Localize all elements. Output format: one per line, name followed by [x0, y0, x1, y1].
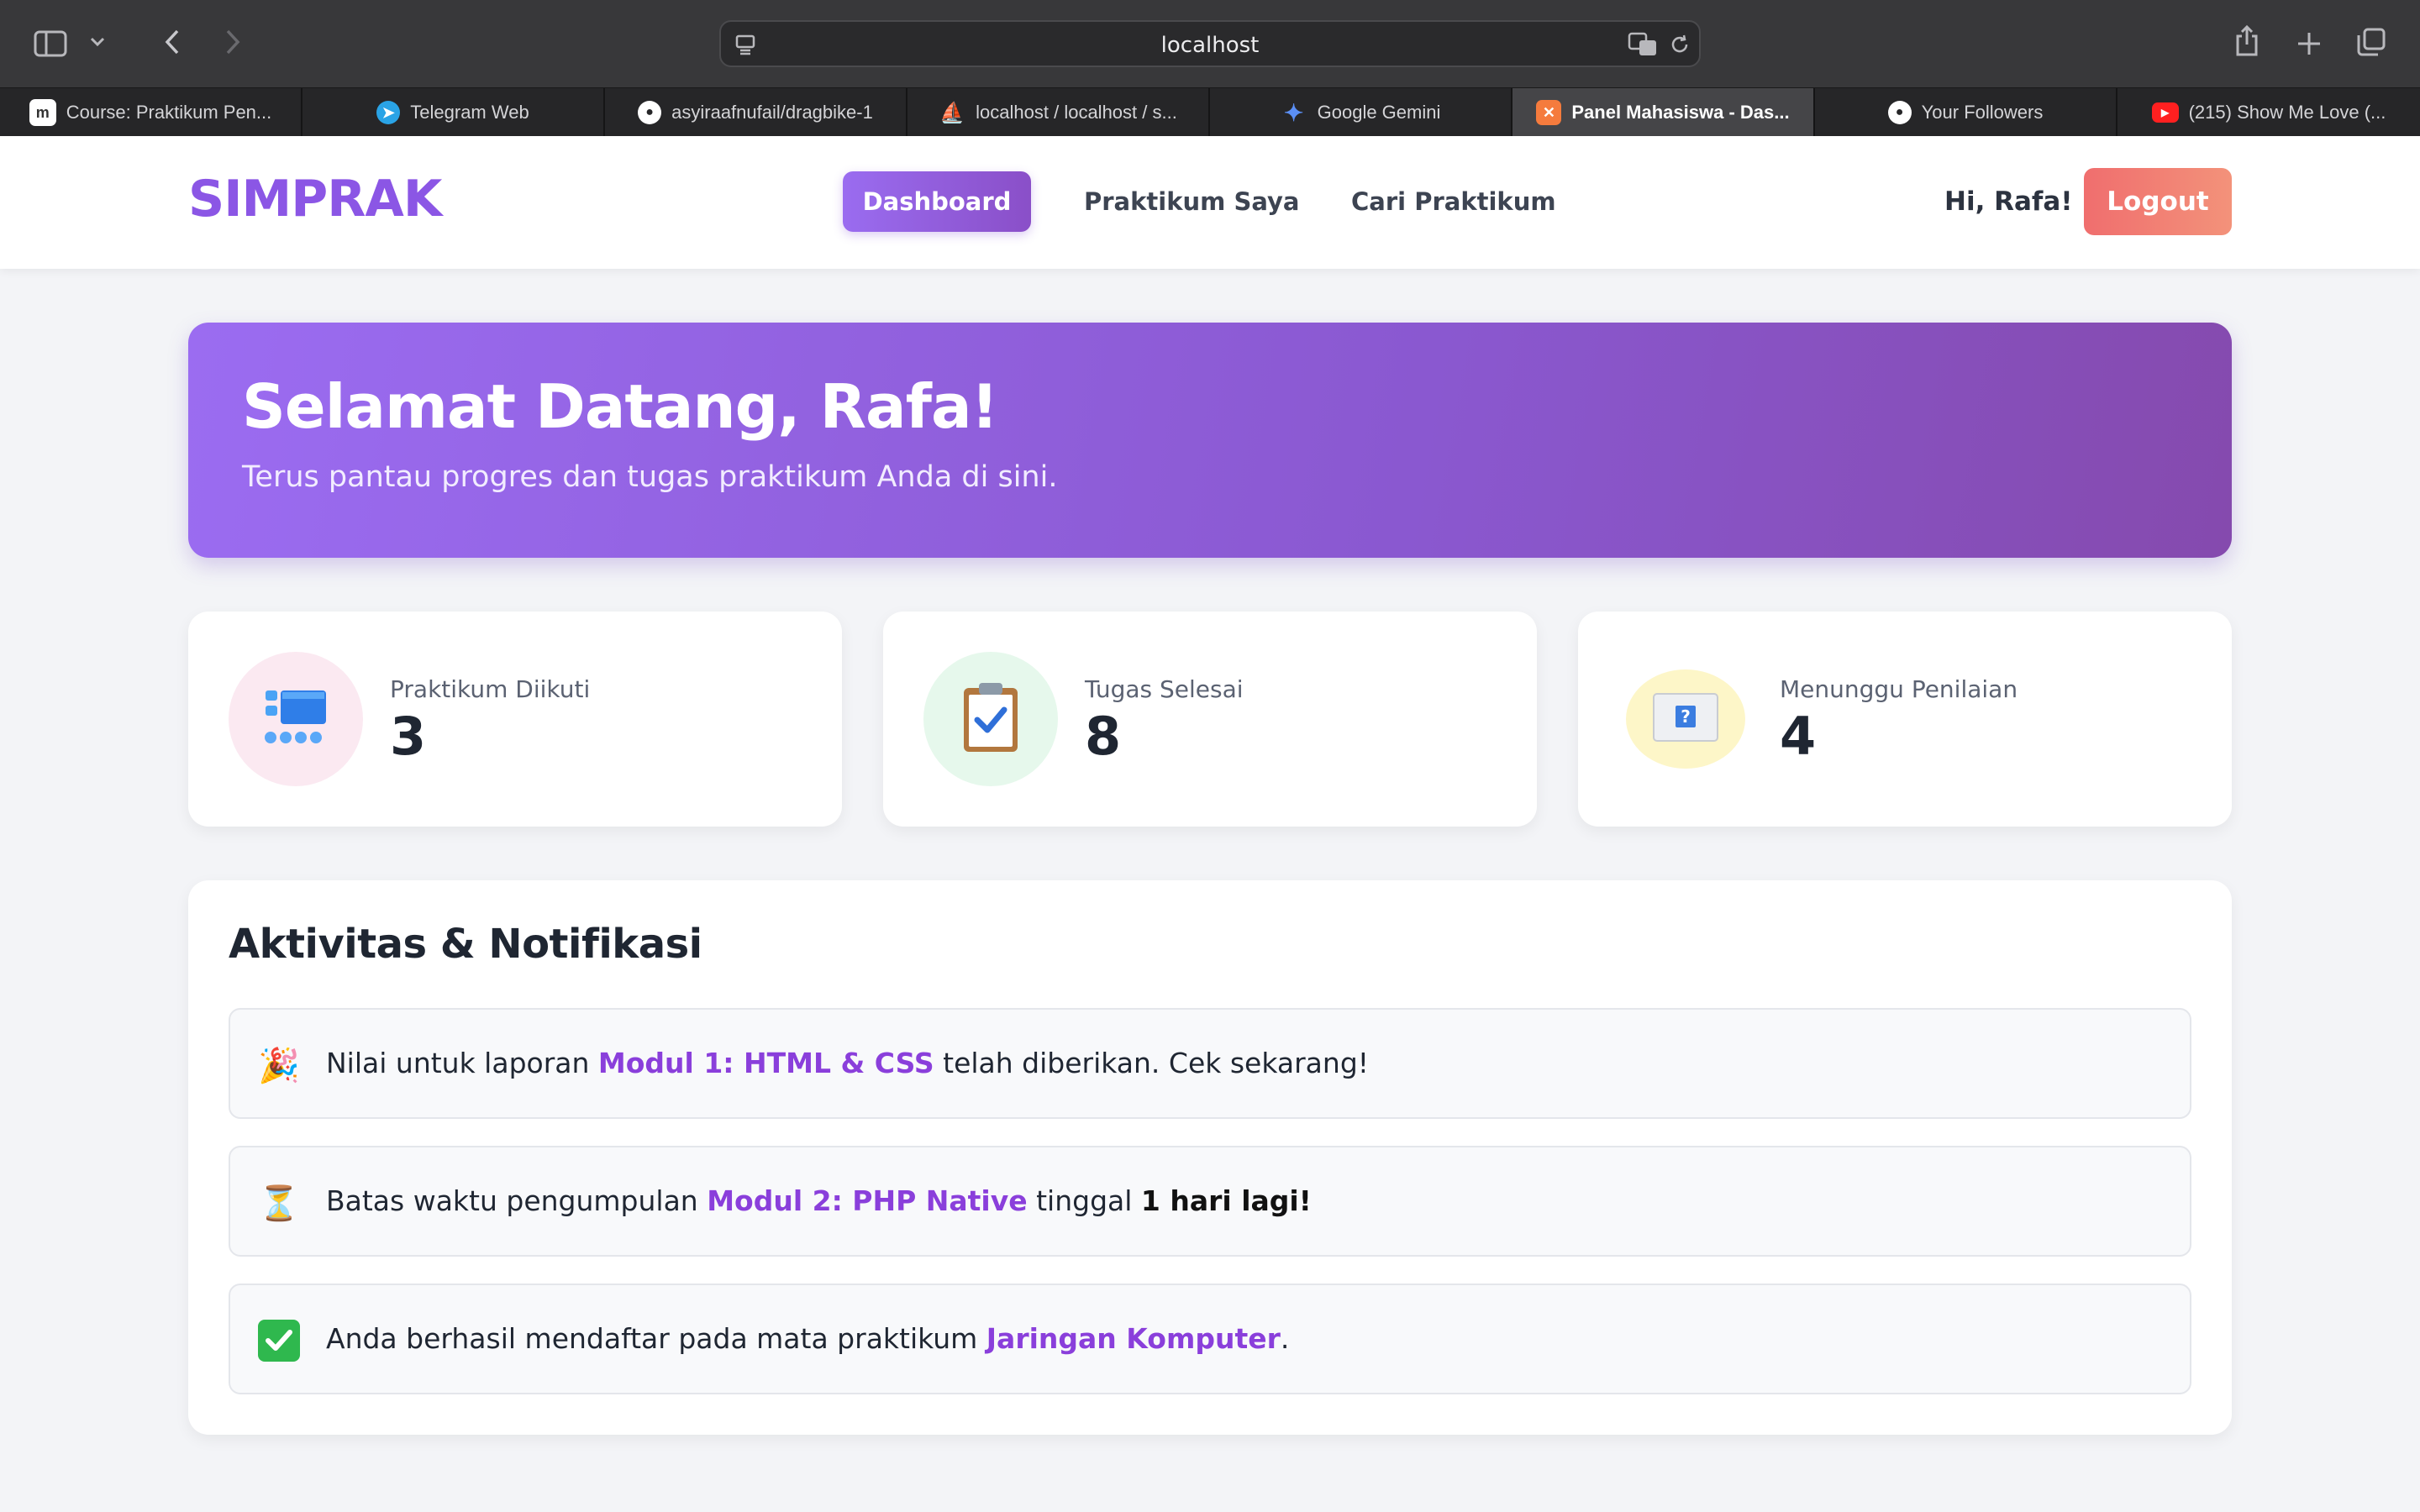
stat-label: Praktikum Diikuti	[390, 675, 591, 703]
notification-text-before: Anda berhasil mendaftar pada mata prakti…	[326, 1322, 986, 1355]
nav-praktikum-saya[interactable]: Praktikum Saya	[1057, 171, 1327, 232]
tab-label: asyiraafnufail/dragbike-1	[671, 102, 873, 123]
back-icon[interactable]	[160, 25, 185, 59]
modul-1-link[interactable]: Modul 1: HTML & CSS	[598, 1047, 934, 1079]
activity-title: Aktivitas & Notifikasi	[229, 921, 702, 968]
notification-text: Nilai untuk laporan Modul 1: HTML & CSS …	[326, 1047, 1369, 1079]
notification-text-before: Batas waktu pengumpulan	[326, 1184, 708, 1217]
top-navbar: SIMPRAK Dashboard Praktikum Saya Cari Pr…	[0, 136, 2420, 269]
chevron-down-icon[interactable]	[87, 32, 108, 52]
moodle-icon: m	[29, 99, 56, 126]
svg-text:?: ?	[1681, 706, 1691, 727]
stat-icon-bg: ?	[1626, 669, 1745, 769]
dashboard-icon	[262, 687, 329, 751]
user-greeting: Hi, Rafa!	[1944, 186, 2073, 217]
stat-value: 8	[1085, 706, 1122, 767]
nav-cari-praktikum[interactable]: Cari Praktikum	[1324, 171, 1583, 232]
new-tab-icon[interactable]	[2292, 27, 2326, 60]
notification-item: 🎉 Nilai untuk laporan Modul 1: HTML & CS…	[229, 1008, 2191, 1119]
phpmyadmin-icon: ⛵	[939, 101, 965, 124]
party-popper-icon: 🎉	[258, 1046, 300, 1085]
tab-github-dragbike[interactable]: ● asyiraafnufail/dragbike-1	[605, 88, 908, 137]
check-mark-icon	[258, 1320, 300, 1362]
tab-label: (215) Show Me Love (...	[2188, 102, 2386, 123]
logout-button[interactable]: Logout	[2084, 168, 2232, 235]
notification-text-after: .	[1280, 1322, 1290, 1355]
github-icon: ●	[1887, 101, 1912, 124]
address-bar[interactable]: localhost	[719, 20, 1701, 67]
browser-toolbar: localhost	[0, 0, 2420, 87]
youtube-icon: ▶	[2151, 102, 2179, 123]
tab-label: Panel Mahasiswa - Das...	[1571, 102, 1790, 123]
stat-label: Tugas Selesai	[1085, 675, 1244, 703]
notification-text: Anda berhasil mendaftar pada mata prakti…	[326, 1322, 1289, 1355]
deadline-text: 1 hari lagi!	[1140, 1184, 1312, 1217]
nav-dashboard[interactable]: Dashboard	[843, 171, 1031, 232]
url-text: localhost	[1160, 33, 1260, 58]
tab-label: Course: Praktikum Pen...	[66, 102, 272, 123]
sidebar-toggle-icon[interactable]	[32, 27, 69, 60]
tab-phpmyadmin[interactable]: ⛵ localhost / localhost / s...	[908, 88, 1210, 137]
stat-icon-circle: ?	[1618, 652, 1753, 786]
stat-icon-circle	[923, 652, 1058, 786]
tab-strip: m Course: Praktikum Pen... ➤ Telegram We…	[0, 87, 2420, 137]
clipboard-check-icon	[962, 681, 1019, 757]
brand-logo[interactable]: SIMPRAK	[188, 170, 442, 228]
tab-youtube[interactable]: ▶ (215) Show Me Love (...	[2118, 88, 2420, 137]
notification-item: ⏳ Batas waktu pengumpulan Modul 2: PHP N…	[229, 1146, 2191, 1257]
stat-label: Menunggu Penilaian	[1780, 675, 2018, 703]
tab-label: localhost / localhost / s...	[976, 102, 1177, 123]
tab-label: Your Followers	[1921, 102, 2044, 123]
stat-icon-circle	[229, 652, 363, 786]
stat-card-praktikum: Praktikum Diikuti 3	[188, 612, 842, 827]
notification-text-middle: tinggal	[1027, 1184, 1141, 1217]
tab-gemini[interactable]: ✦ Google Gemini	[1210, 88, 1512, 137]
tab-label: Google Gemini	[1317, 102, 1441, 123]
stat-card-tugas: Tugas Selesai 8	[883, 612, 1537, 827]
question-box-icon: ?	[1652, 692, 1719, 746]
activity-panel: Aktivitas & Notifikasi 🎉 Nilai untuk lap…	[188, 880, 2232, 1435]
share-icon[interactable]	[2232, 22, 2262, 60]
stat-value: 3	[390, 706, 427, 767]
hourglass-icon: ⏳	[258, 1184, 300, 1223]
modul-2-link[interactable]: Modul 2: PHP Native	[707, 1184, 1027, 1217]
stat-card-penilaian: ? Menunggu Penilaian 4	[1578, 612, 2232, 827]
github-icon: ●	[638, 101, 662, 124]
gemini-icon: ✦	[1283, 99, 1304, 126]
reload-icon[interactable]	[1667, 32, 1692, 57]
tab-telegram[interactable]: ➤ Telegram Web	[302, 88, 605, 137]
forward-icon[interactable]	[220, 25, 245, 59]
welcome-title: Selamat Datang, Rafa!	[242, 371, 998, 442]
notification-text: Batas waktu pengumpulan Modul 2: PHP Nat…	[326, 1184, 1312, 1217]
notification-item: Anda berhasil mendaftar pada mata prakti…	[229, 1284, 2191, 1394]
welcome-subtitle: Terus pantau progres dan tugas praktikum…	[242, 460, 1058, 494]
welcome-banner: Selamat Datang, Rafa! Terus pantau progr…	[188, 323, 2232, 558]
tab-github-followers[interactable]: ● Your Followers	[1815, 88, 2118, 137]
notification-text-before: Nilai untuk laporan	[326, 1047, 598, 1079]
telegram-icon: ➤	[376, 101, 401, 124]
stat-value: 4	[1780, 706, 1817, 767]
jaringan-komputer-link[interactable]: Jaringan Komputer	[986, 1322, 1281, 1355]
tab-panel-mahasiswa[interactable]: ✕ Panel Mahasiswa - Das...	[1512, 88, 1815, 137]
translate-icon[interactable]	[1627, 30, 1660, 59]
tab-label: Telegram Web	[410, 102, 529, 123]
tab-overview-icon[interactable]	[2354, 25, 2388, 59]
notification-text-after: telah diberikan. Cek sekarang!	[934, 1047, 1369, 1079]
tab-moodle[interactable]: m Course: Praktikum Pen...	[0, 88, 302, 137]
xampp-icon: ✕	[1536, 100, 1562, 125]
